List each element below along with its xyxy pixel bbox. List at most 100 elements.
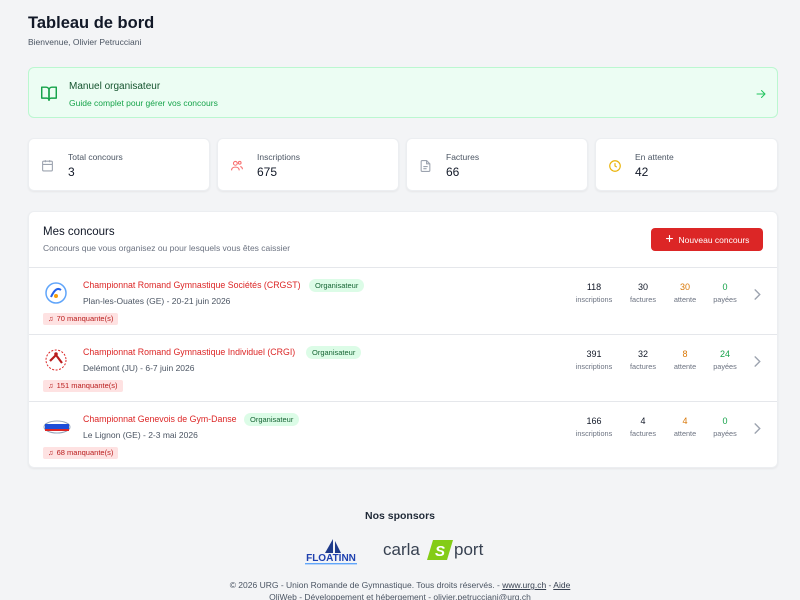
metric-value: 4 <box>682 416 688 426</box>
metric-payees: 24 payées <box>709 349 741 371</box>
competition-row[interactable]: Championnat Romand Gymnastique Sociétés … <box>29 267 777 334</box>
metric-value: 30 <box>637 282 648 292</box>
metric-payees: 0 payées <box>709 416 741 438</box>
metric-label: attente <box>673 362 697 371</box>
metric-value: 0 <box>722 282 728 292</box>
crgi-logo-icon <box>42 347 72 373</box>
stat-inscriptions: Inscriptions 675 <box>217 138 399 191</box>
competition-name[interactable]: Championnat Romand Gymnastique Sociétés … <box>83 280 301 290</box>
chevron-right-icon[interactable] <box>753 421 761 439</box>
metric-value: 30 <box>679 282 690 292</box>
role-badge: Organisateur <box>306 346 362 359</box>
missing-badge: ♫ 70 manquante(s) <box>43 313 119 325</box>
stat-label: Factures <box>446 152 480 162</box>
book-open-icon <box>40 85 58 106</box>
competition-name[interactable]: Championnat Genevois de Gym-Danse <box>83 414 237 424</box>
competition-name[interactable]: Championnat Romand Gymnastique Individue… <box>83 347 295 357</box>
stat-label: Inscriptions <box>257 152 300 162</box>
footer-credits: OliWeb - Développement et hébergement - … <box>269 592 531 600</box>
metric-attente: 30 attente <box>669 282 701 304</box>
chevron-right-icon[interactable] <box>753 287 761 305</box>
music-note-icon: ♫ <box>48 448 54 457</box>
competition-location: Plan-les-Ouates (GE) - 20-21 juin 2026 <box>83 296 231 306</box>
new-competition-button[interactable]: Nouveau concours <box>651 228 763 251</box>
chevron-right-icon[interactable] <box>753 354 761 372</box>
metric-value: 32 <box>637 349 648 359</box>
stat-factures: Factures 66 <box>406 138 588 191</box>
music-note-icon: ♫ <box>48 381 54 390</box>
role-badge: Organisateur <box>244 413 300 426</box>
clock-icon <box>608 159 622 178</box>
manual-subtitle: Guide complet pour gérer vos concours <box>69 98 218 108</box>
metric-payees: 0 payées <box>709 282 741 304</box>
new-competition-label: Nouveau concours <box>678 234 750 245</box>
page-title: Tableau de bord <box>28 14 155 32</box>
manual-title: Manuel organisateur <box>69 81 161 92</box>
competitions-panel: Mes concours Concours que vous organisez… <box>28 211 778 468</box>
floatinn-logo[interactable]: FLOATINN <box>303 537 359 572</box>
metric-inscriptions: 391 inscriptions <box>572 349 616 371</box>
arrow-right-icon <box>755 87 767 105</box>
metric-value: 166 <box>586 416 602 426</box>
metric-attente: 4 attente <box>669 416 701 438</box>
metric-label: factures <box>630 429 656 438</box>
metric-value: 391 <box>586 349 602 359</box>
panel-title: Mes concours <box>43 226 115 238</box>
stat-label: En attente <box>635 152 674 162</box>
metric-inscriptions: 166 inscriptions <box>572 416 616 438</box>
metric-label: factures <box>630 362 656 371</box>
floatinn-logo-text: FLOATINN <box>306 553 356 564</box>
metric-label: inscriptions <box>575 362 613 371</box>
metric-label: attente <box>673 429 697 438</box>
competition-location: Delémont (JU) - 6-7 juin 2026 <box>83 363 195 373</box>
calendar-icon <box>41 159 54 177</box>
manual-banner[interactable]: Manuel organisateur Guide complet pour g… <box>28 67 778 118</box>
carla-sport-logo[interactable]: carla S port <box>383 538 495 567</box>
metric-value: 0 <box>722 416 728 426</box>
site-link[interactable]: www.urg.ch <box>502 580 546 590</box>
carla-logo-text-2: port <box>454 540 484 559</box>
stat-value: 3 <box>68 165 75 179</box>
help-link[interactable]: Aide <box>553 580 570 590</box>
metric-value: 24 <box>719 349 730 359</box>
competition-location: Le Lignon (GE) - 2-3 mai 2026 <box>83 430 198 440</box>
crgst-logo-icon <box>42 280 72 306</box>
metric-factures: 30 factures <box>625 282 661 304</box>
metric-label: inscriptions <box>575 429 613 438</box>
metric-value: 118 <box>586 282 602 292</box>
competition-row[interactable]: Championnat Genevois de Gym-Danse Organi… <box>29 401 777 468</box>
metric-inscriptions: 118 inscriptions <box>572 282 616 304</box>
welcome-text: Bienvenue, Olivier Petrucciani <box>28 37 142 47</box>
stat-value: 42 <box>635 165 649 179</box>
metric-label: inscriptions <box>575 295 613 304</box>
metric-factures: 32 factures <box>625 349 661 371</box>
missing-count: 68 manquante(s) <box>56 448 114 457</box>
panel-subtitle: Concours que vous organisez ou pour lesq… <box>43 243 291 253</box>
metric-label: payées <box>713 429 737 438</box>
metric-value: 8 <box>682 349 688 359</box>
stat-value: 675 <box>257 165 278 179</box>
gym-danse-logo-icon <box>42 414 72 440</box>
missing-count: 70 manquante(s) <box>56 314 114 323</box>
file-text-icon <box>419 159 432 178</box>
carla-logo-text: carla <box>383 540 420 559</box>
plus-icon <box>665 234 674 245</box>
competition-row[interactable]: Championnat Romand Gymnastique Individue… <box>29 334 777 401</box>
role-badge: Organisateur <box>309 279 365 292</box>
metric-label: factures <box>630 295 656 304</box>
stat-value: 66 <box>446 165 460 179</box>
metric-label: attente <box>673 295 697 304</box>
missing-badge: ♫ 151 manquante(s) <box>43 380 123 392</box>
carla-logo-mark: S <box>435 543 445 560</box>
missing-badge: ♫ 68 manquante(s) <box>43 447 119 459</box>
sponsors-title: Nos sponsors <box>364 510 435 522</box>
users-icon <box>230 159 244 177</box>
missing-count: 151 manquante(s) <box>56 381 118 390</box>
stat-label: Total concours <box>68 152 123 162</box>
copyright-text: © 2026 URG - Union Romande de Gymnastiqu… <box>229 580 503 590</box>
metric-label: payées <box>713 362 737 371</box>
music-note-icon: ♫ <box>48 314 54 323</box>
metric-attente: 8 attente <box>669 349 701 371</box>
metric-label: payées <box>713 295 737 304</box>
stat-total-concours: Total concours 3 <box>28 138 210 191</box>
